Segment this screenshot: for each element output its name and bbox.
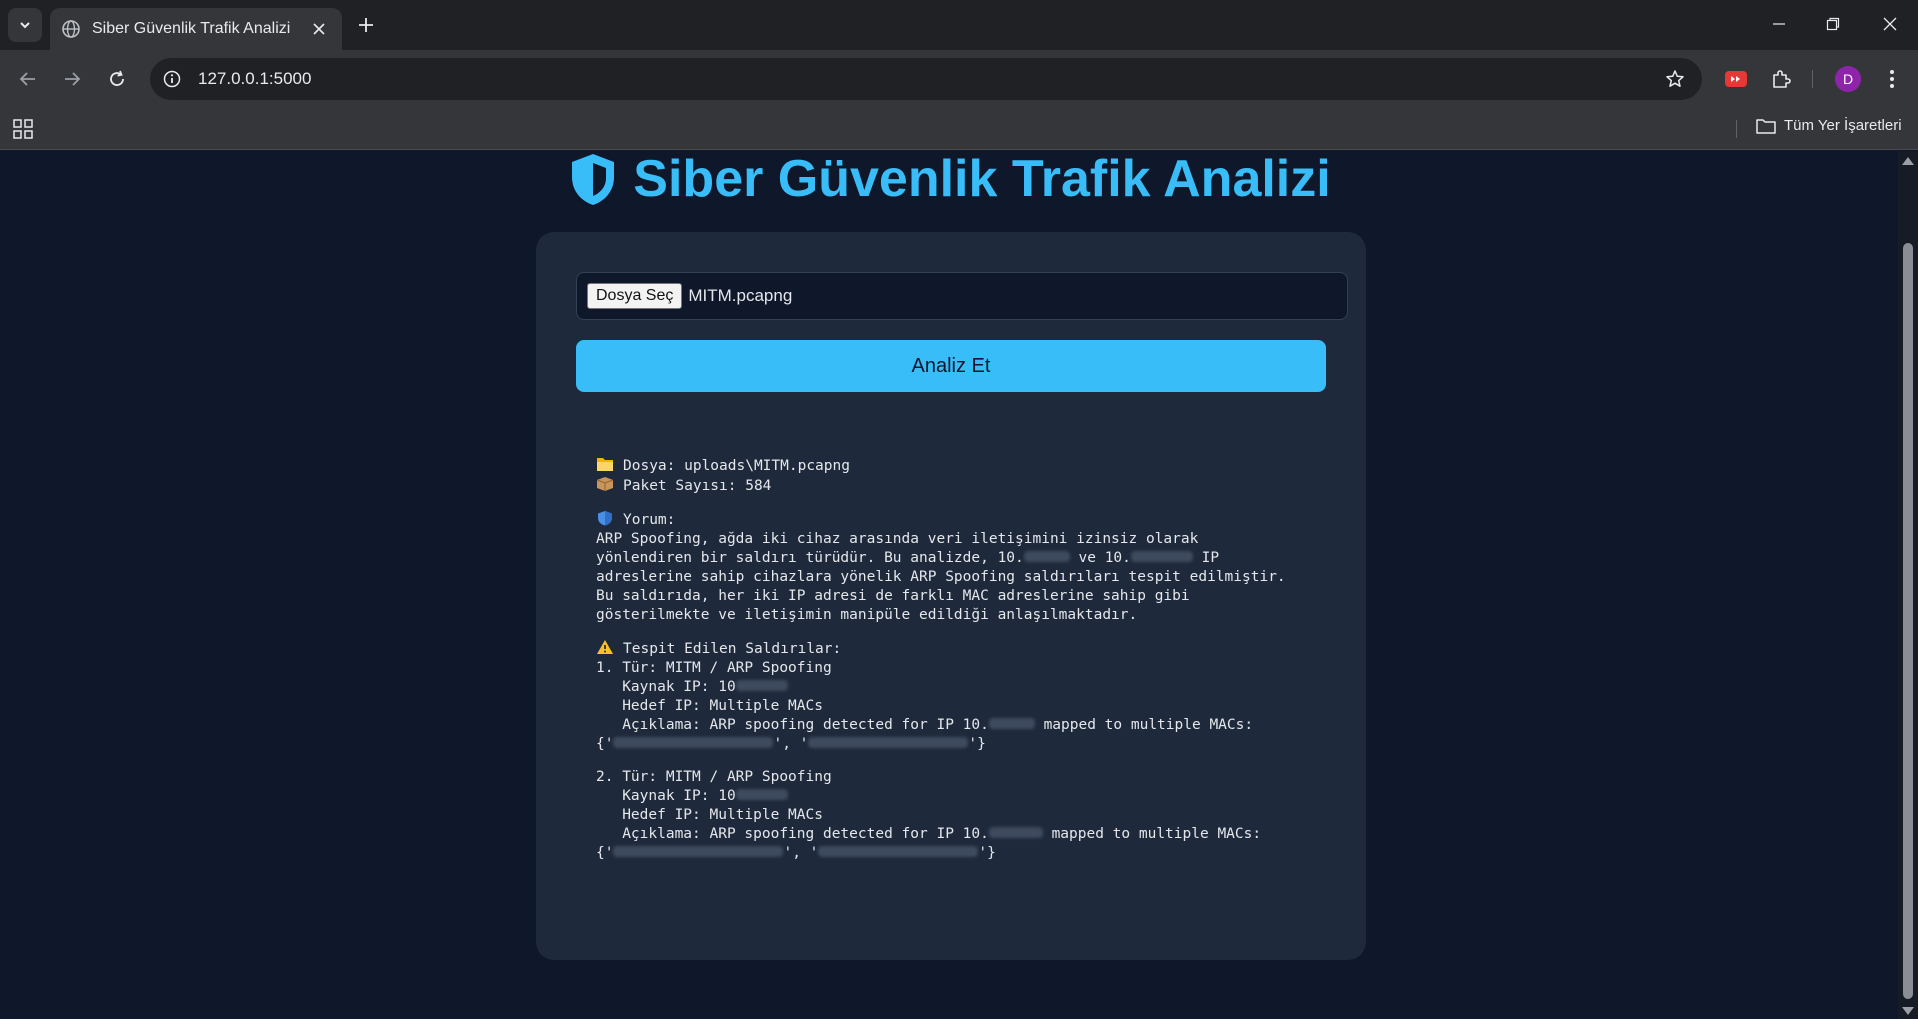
- bookmark-star-icon[interactable]: [1658, 62, 1692, 96]
- redacted-ip: [988, 827, 1043, 838]
- redacted-ip: [735, 680, 788, 691]
- all-bookmarks-label: Tüm Yer İşaretleri: [1784, 117, 1902, 134]
- video-extension-icon: [1725, 71, 1747, 87]
- redacted-mac: [613, 737, 774, 748]
- scroll-down-arrow-icon[interactable]: [1902, 1007, 1914, 1015]
- globe-icon: [62, 20, 80, 38]
- attack-desc-line: Açıklama: ARP spoofing detected for IP 1…: [596, 717, 1254, 733]
- comment-line: adreslerine sahip cihazlara yönelik ARP …: [596, 569, 1286, 585]
- browser-toolbar: 127.0.0.1:5000 D: [0, 50, 1918, 108]
- all-bookmarks-button[interactable]: Tüm Yer İşaretleri: [1756, 117, 1902, 134]
- arrow-left-icon: [19, 72, 35, 86]
- reload-icon: [110, 70, 124, 86]
- attack-source-line: Kaynak IP: 10: [596, 678, 1356, 697]
- redacted-ip: [988, 718, 1035, 729]
- extensions-button[interactable]: [1765, 63, 1797, 95]
- selected-file-name: MITM.pcapng: [688, 286, 793, 305]
- arrow-right-icon: [65, 72, 81, 86]
- close-window-button[interactable]: [1870, 8, 1910, 40]
- plus-icon: [359, 18, 373, 32]
- extension-youtube-button[interactable]: [1720, 63, 1752, 95]
- file-input[interactable]: Dosya Seç MITM.pcapng: [576, 272, 1348, 320]
- attack-source-line: Kaynak IP: 10: [596, 787, 1356, 806]
- redacted-ip: [1023, 551, 1070, 562]
- minimize-button[interactable]: [1759, 8, 1799, 40]
- page-viewport: Siber Güvenlik Trafik Analizi Dosya Seç …: [0, 151, 1898, 1019]
- folder-icon: [1756, 118, 1776, 134]
- redacted-mac: [808, 737, 969, 748]
- page-title-text: Siber Güvenlik Trafik Analizi: [633, 151, 1331, 208]
- forward-button[interactable]: [56, 63, 88, 95]
- attack-desc-line: Açıklama: ARP spoofing detected for IP 1…: [596, 826, 1262, 842]
- scroll-thumb[interactable]: [1903, 243, 1913, 999]
- bookmarks-separator: [1736, 120, 1737, 138]
- profile-avatar[interactable]: D: [1835, 66, 1861, 92]
- new-tab-button[interactable]: [352, 11, 380, 39]
- redacted-ip: [735, 789, 788, 800]
- attack-type-line: 1. Tür: MITM / ARP Spoofing: [596, 660, 832, 676]
- choose-file-button[interactable]: Dosya Seç: [587, 283, 683, 309]
- redacted-mac: [613, 846, 784, 857]
- redacted-mac: [818, 846, 979, 857]
- shield-icon: [572, 154, 615, 205]
- result-file-line: Dosya: uploads\MITM.pcapng: [596, 456, 1356, 476]
- analysis-result: Dosya: uploads\MITM.pcapng Paket Sayısı: …: [596, 456, 1356, 863]
- restore-button[interactable]: [1813, 8, 1853, 40]
- attack-target-line: Hedef IP: Multiple MACs: [596, 807, 823, 823]
- address-bar[interactable]: 127.0.0.1:5000: [150, 58, 1702, 100]
- browser-tab[interactable]: Siber Güvenlik Trafik Analizi: [50, 8, 342, 50]
- tab-title: Siber Güvenlik Trafik Analizi: [92, 20, 291, 37]
- kebab-menu-icon: [1890, 70, 1894, 88]
- close-tab-icon[interactable]: [308, 18, 330, 40]
- page-title: Siber Güvenlik Trafik Analizi: [0, 151, 1898, 209]
- restore-icon: [1826, 17, 1840, 31]
- warning-icon: [597, 640, 613, 654]
- attack-macs-line: {' ', ' '}: [596, 845, 996, 861]
- analysis-card: Dosya Seç MITM.pcapng Analiz Et Dosya: u…: [536, 232, 1366, 960]
- attacks-label: Tespit Edilen Saldırılar:: [596, 639, 1356, 659]
- comment-line: yönlendiren bir saldırı türüdür. Bu anal…: [596, 550, 1220, 566]
- analyze-button[interactable]: Analiz Et: [576, 340, 1326, 392]
- toolbar-separator: [1812, 70, 1813, 88]
- url-text[interactable]: 127.0.0.1:5000: [198, 69, 1658, 89]
- shield-emoji-icon: [598, 511, 612, 526]
- bookmarks-bar: Tüm Yer İşaretleri: [0, 108, 1918, 150]
- comment-line: ARP Spoofing, ağda iki cihaz arasında ve…: [596, 531, 1199, 547]
- tab-strip: Siber Güvenlik Trafik Analizi: [0, 0, 1918, 50]
- chevron-down-icon: [20, 22, 30, 29]
- attack-type-line: 2. Tür: MITM / ARP Spoofing: [596, 769, 832, 785]
- tab-search-button[interactable]: [8, 8, 42, 42]
- reload-button[interactable]: [101, 63, 133, 95]
- close-icon: [1883, 17, 1897, 31]
- site-info-icon[interactable]: [156, 63, 188, 95]
- result-packet-line: Paket Sayısı: 584: [596, 476, 1356, 496]
- result-comment-label: Yorum:: [596, 510, 1356, 530]
- puzzle-icon: [1773, 70, 1791, 88]
- attack-target-line: Hedef IP: Multiple MACs: [596, 698, 823, 714]
- page-scrollbar[interactable]: [1898, 151, 1918, 1019]
- back-button[interactable]: [12, 63, 44, 95]
- package-icon: [596, 477, 614, 491]
- minimize-icon: [1773, 23, 1785, 25]
- menu-button[interactable]: [1876, 63, 1908, 95]
- attack-macs-line: {' ', ' '}: [596, 736, 986, 752]
- redacted-ip: [1130, 551, 1193, 562]
- apps-grid-icon[interactable]: [12, 118, 34, 140]
- comment-line: Bu saldırıda, her iki IP adresi de farkl…: [596, 588, 1190, 604]
- scroll-up-arrow-icon[interactable]: [1902, 157, 1914, 165]
- folder-emoji-icon: [597, 458, 613, 471]
- comment-line: gösterilmekte ve iletişimin manipüle edi…: [596, 607, 1138, 623]
